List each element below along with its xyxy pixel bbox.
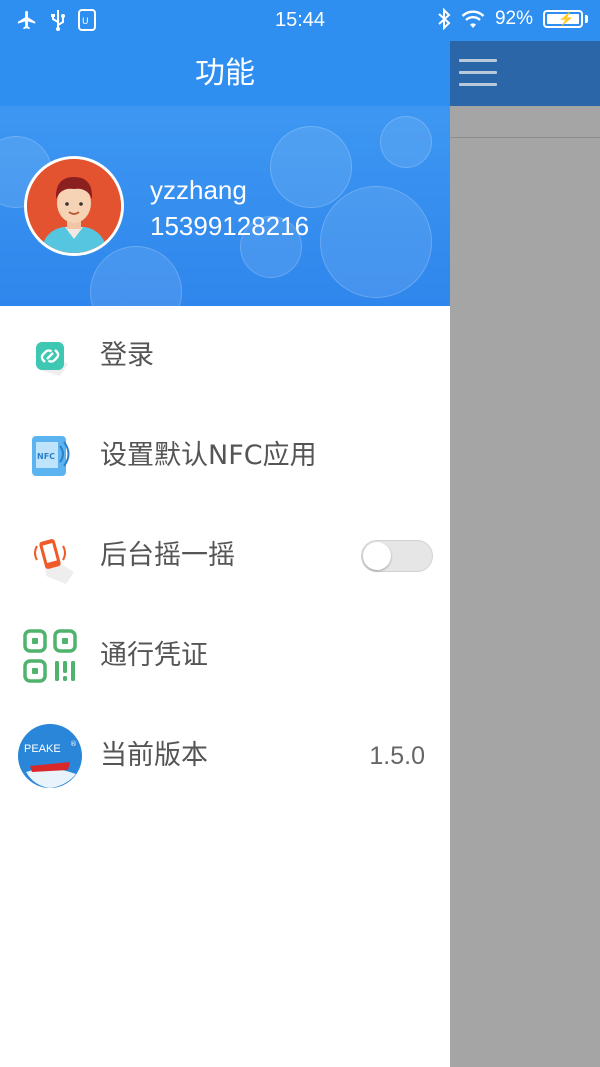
drawer-title: 功能 bbox=[0, 41, 450, 106]
menu-item-current-version[interactable]: PEAKE ® 当前版本 1.5.0 bbox=[0, 706, 450, 806]
shake-phone-icon bbox=[20, 526, 80, 586]
menu-item-label: 后台摇一摇 bbox=[100, 540, 235, 571]
navigation-drawer: 功能 yzzhang 15399128216 登录 NFC 设置默认NFC应用 … bbox=[0, 41, 450, 1067]
menu-item-pass-credential[interactable]: 通行凭证 bbox=[0, 606, 450, 706]
link-icon bbox=[20, 326, 80, 386]
toggle-knob bbox=[363, 542, 391, 570]
avatar[interactable] bbox=[24, 156, 124, 256]
main-content-scrim[interactable] bbox=[450, 106, 600, 1067]
menu-item-background-shake[interactable]: 后台摇一摇 bbox=[0, 506, 450, 606]
avatar-person-icon bbox=[27, 159, 121, 253]
wifi-icon bbox=[461, 10, 485, 28]
hamburger-icon[interactable] bbox=[459, 59, 497, 89]
menu-item-label: 登录 bbox=[100, 340, 154, 371]
battery-percent: 92% bbox=[494, 8, 533, 29]
qr-code-icon bbox=[22, 628, 78, 684]
background-shake-toggle[interactable] bbox=[361, 540, 433, 572]
drawer-menu: 登录 NFC 设置默认NFC应用 后台摇一摇 通行凭证 PEAKE ® 当前版本… bbox=[0, 306, 450, 806]
menu-item-label: 设置默认NFC应用 bbox=[100, 440, 317, 471]
menu-item-login[interactable]: 登录 bbox=[0, 306, 450, 406]
logo-text: PEAKE bbox=[24, 743, 61, 755]
svg-text:®: ® bbox=[70, 740, 77, 748]
profile-username: yzzhang bbox=[150, 175, 247, 205]
app-logo-icon: PEAKE ® bbox=[18, 724, 82, 788]
profile-header[interactable]: yzzhang 15399128216 bbox=[0, 106, 450, 306]
bokeh-decoration bbox=[90, 246, 182, 306]
menu-item-nfc-default[interactable]: NFC 设置默认NFC应用 bbox=[0, 406, 450, 506]
main-divider bbox=[450, 137, 600, 138]
bokeh-decoration bbox=[270, 126, 352, 208]
menu-item-label: 当前版本 bbox=[100, 740, 208, 771]
bokeh-decoration bbox=[320, 186, 432, 298]
bluetooth-icon bbox=[438, 8, 451, 30]
status-bar: U 15:44 92% ⚡ bbox=[0, 0, 600, 41]
svg-text:NFC: NFC bbox=[37, 452, 55, 461]
nfc-phone-icon: NFC bbox=[20, 426, 80, 486]
app-version-value: 1.5.0 bbox=[369, 742, 425, 770]
battery-charging-icon: ⚡ bbox=[543, 10, 583, 28]
profile-phone: 15399128216 bbox=[150, 211, 310, 241]
bokeh-decoration bbox=[380, 116, 432, 168]
battery-cap bbox=[585, 15, 588, 23]
menu-item-label: 通行凭证 bbox=[100, 640, 208, 671]
